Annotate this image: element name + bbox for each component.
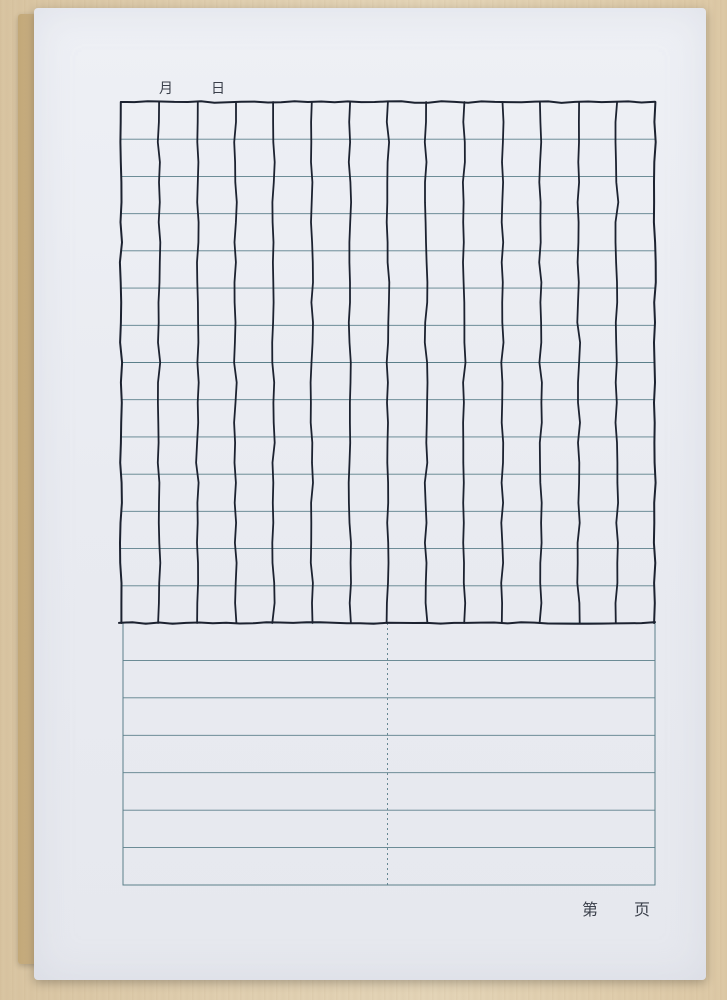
writing-area-border (122, 622, 656, 886)
hand-grid-right-border (652, 101, 657, 624)
worksheet-grid (118, 100, 657, 886)
page-suffix-label: 页 (634, 900, 651, 919)
page-prefix-label: 第 (582, 900, 599, 919)
photo-scene: 月 日 第 页 (0, 0, 727, 1000)
